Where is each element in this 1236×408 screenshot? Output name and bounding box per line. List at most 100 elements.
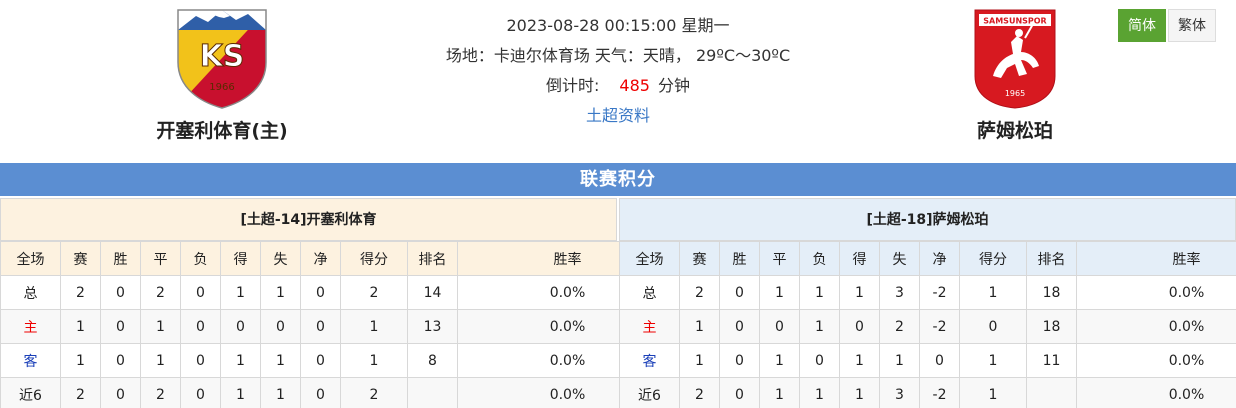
row-label: 总 xyxy=(619,275,680,310)
table-cell: 1 xyxy=(799,275,840,310)
table-cell: 18 xyxy=(1026,275,1077,310)
away-standings-table: 全场 赛 胜 平 负 得 失 净 得分 排名 胜率 总 2 0 1 1 1 3 xyxy=(619,241,1236,408)
column-header: 全场 xyxy=(619,241,680,276)
table-cell: 0 xyxy=(839,309,880,344)
column-header: 失 xyxy=(879,241,920,276)
table-cell: 11 xyxy=(1026,343,1077,378)
column-header: 排名 xyxy=(1026,241,1077,276)
home-standings-title: [土超-14]开塞利体育 xyxy=(0,198,617,241)
table-cell: 2 xyxy=(340,275,408,310)
table-cell: 0.0% xyxy=(1076,309,1236,344)
table-row: 客 1 0 1 0 1 1 0 1 8 0.0% xyxy=(0,343,678,378)
match-header: KS 1966 开塞利体育(主) 2023-08-28 00:15:00 星期一… xyxy=(0,0,1236,163)
table-cell: 1 xyxy=(260,275,301,310)
away-team-name[interactable]: 萨姆松珀 xyxy=(935,116,1095,143)
table-cell: 1 xyxy=(140,343,181,378)
table-cell: 1 xyxy=(60,309,101,344)
table-cell: 0 xyxy=(719,377,760,408)
row-label: 客 xyxy=(619,343,680,378)
column-header: 赛 xyxy=(60,241,101,276)
column-header: 得分 xyxy=(340,241,408,276)
table-cell: 0 xyxy=(100,275,141,310)
column-header: 赛 xyxy=(679,241,720,276)
column-header: 净 xyxy=(300,241,341,276)
table-row: 近6 2 0 2 0 1 1 0 2 0.0% xyxy=(0,377,678,408)
league-info-link[interactable]: 土超资料 xyxy=(586,106,650,125)
home-team: KS 1966 开塞利体育(主) xyxy=(142,6,302,143)
table-cell: 18 xyxy=(1026,309,1077,344)
column-header: 排名 xyxy=(407,241,458,276)
table-cell: 3 xyxy=(879,377,920,408)
table-cell: 2 xyxy=(879,309,920,344)
table-cell: 0.0% xyxy=(1076,275,1236,310)
table-cell: 0 xyxy=(100,309,141,344)
table-row: 客 1 0 1 0 1 1 0 1 11 0.0% xyxy=(619,343,1236,378)
samsunspor-crest-icon: SAMSUNSPOR 1965 xyxy=(974,9,1056,109)
language-switch: 简体 繁体 xyxy=(1118,9,1216,42)
table-cell: 0 xyxy=(719,275,760,310)
table-cell: 0.0% xyxy=(1076,377,1236,408)
table-cell: 0 xyxy=(180,343,221,378)
table-cell: 14 xyxy=(407,275,458,310)
countdown-label: 倒计时: xyxy=(546,76,600,95)
kayserispor-crest-icon: KS 1966 xyxy=(177,9,267,109)
column-header: 净 xyxy=(919,241,960,276)
row-label: 客 xyxy=(0,343,61,378)
table-cell: 0 xyxy=(220,309,261,344)
table-cell: 1 xyxy=(220,275,261,310)
table-cell: 2 xyxy=(140,275,181,310)
table-cell: 1 xyxy=(759,275,800,310)
table-cell: 0 xyxy=(919,343,960,378)
table-cell: 1 xyxy=(260,377,301,408)
svg-text:SAMSUNSPOR: SAMSUNSPOR xyxy=(983,17,1046,26)
countdown: 倒计时: 485 分钟 xyxy=(380,74,856,104)
away-standings-panel: [土超-18]萨姆松珀 全场 赛 胜 平 负 得 失 净 得分 排名 胜率 总 xyxy=(619,198,1236,408)
row-label: 总 xyxy=(0,275,61,310)
table-cell: 1 xyxy=(839,343,880,378)
column-header: 胜 xyxy=(100,241,141,276)
column-header: 平 xyxy=(759,241,800,276)
table-cell: 0 xyxy=(799,343,840,378)
column-header: 负 xyxy=(180,241,221,276)
table-row: 近6 2 0 1 1 1 3 -2 1 0.0% xyxy=(619,377,1236,408)
table-cell: 1 xyxy=(839,377,880,408)
table-cell: 0 xyxy=(719,309,760,344)
home-standings-table: 全场 赛 胜 平 负 得 失 净 得分 排名 胜率 总 2 0 2 0 1 1 xyxy=(0,241,678,408)
table-row: 主 1 0 1 0 0 0 0 1 13 0.0% xyxy=(0,309,678,344)
column-header: 得分 xyxy=(959,241,1027,276)
table-cell: 1 xyxy=(839,275,880,310)
simplified-chinese-button[interactable]: 简体 xyxy=(1118,9,1166,42)
column-header: 负 xyxy=(799,241,840,276)
table-cell: 2 xyxy=(679,275,720,310)
table-cell: 1 xyxy=(959,343,1027,378)
table-cell: 0 xyxy=(180,309,221,344)
table-cell: 2 xyxy=(60,275,101,310)
table-cell: 8 xyxy=(407,343,458,378)
table-cell: 0 xyxy=(759,309,800,344)
table-header-row: 全场 赛 胜 平 负 得 失 净 得分 排名 胜率 xyxy=(619,241,1236,276)
column-header: 失 xyxy=(260,241,301,276)
table-cell: 1 xyxy=(340,343,408,378)
table-cell: 2 xyxy=(340,377,408,408)
table-cell: 1 xyxy=(679,343,720,378)
match-datetime: 2023-08-28 00:15:00 星期一 xyxy=(506,16,730,35)
table-cell: 1 xyxy=(759,377,800,408)
table-cell: 0 xyxy=(300,275,341,310)
table-cell: 0 xyxy=(100,377,141,408)
table-cell: 1 xyxy=(799,309,840,344)
table-cell: 2 xyxy=(140,377,181,408)
table-cell: 0 xyxy=(180,275,221,310)
table-cell: 0.0% xyxy=(1076,343,1236,378)
countdown-unit: 分钟 xyxy=(657,76,690,95)
table-cell: -2 xyxy=(919,275,960,310)
row-label: 近6 xyxy=(619,377,680,408)
column-header: 全场 xyxy=(0,241,61,276)
table-cell: 1 xyxy=(879,343,920,378)
column-header: 胜 xyxy=(719,241,760,276)
away-standings-title: [土超-18]萨姆松珀 xyxy=(619,198,1236,241)
table-cell: 1 xyxy=(759,343,800,378)
table-cell: 1 xyxy=(140,309,181,344)
table-cell: 0 xyxy=(180,377,221,408)
traditional-chinese-button[interactable]: 繁体 xyxy=(1168,9,1216,42)
home-team-name[interactable]: 开塞利体育(主) xyxy=(142,116,302,143)
